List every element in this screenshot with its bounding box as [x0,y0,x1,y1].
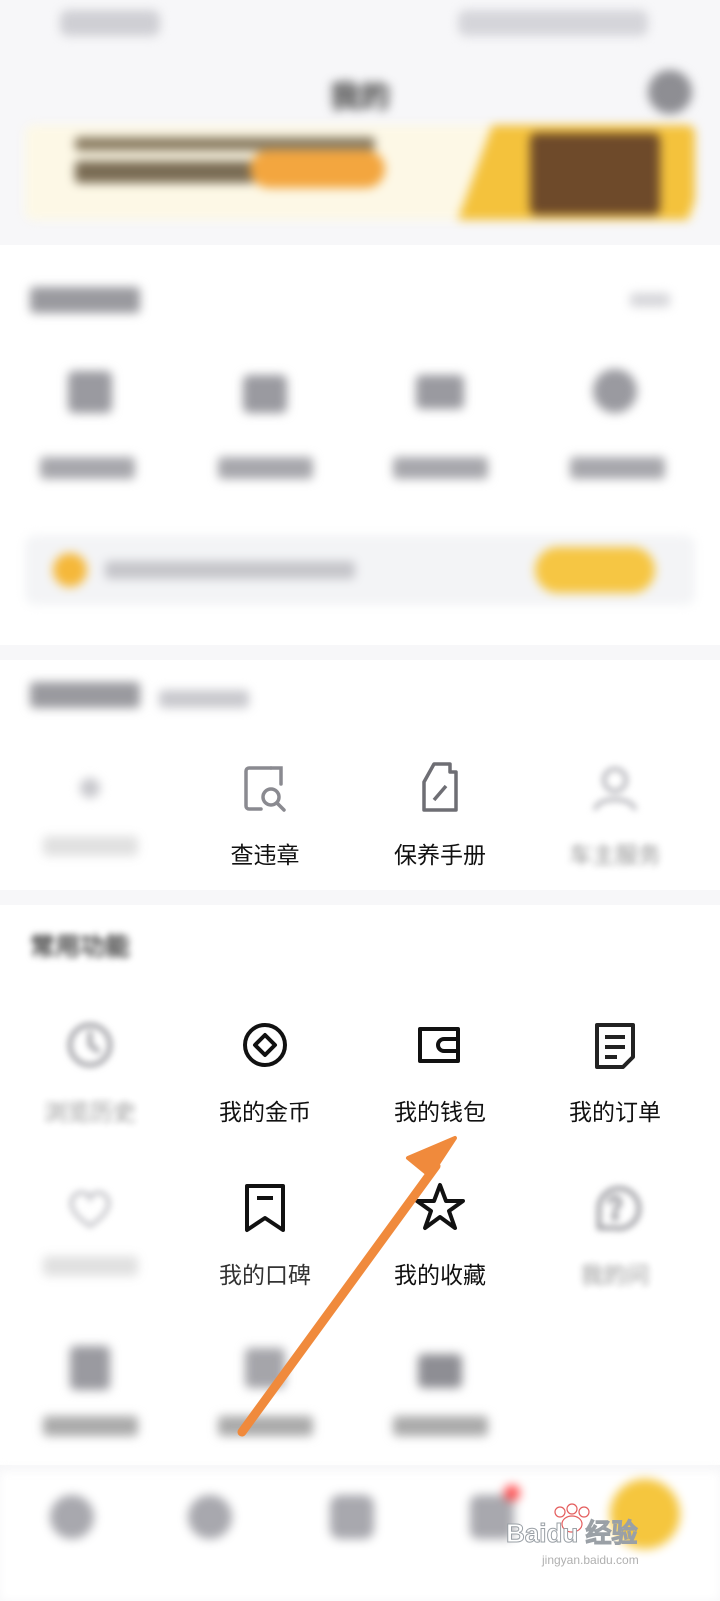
page-title: 我的 [330,80,390,115]
oil-can-icon [350,760,530,816]
service-label: 保养手册 [394,843,486,869]
func-label: 我的钱包 [394,1100,486,1126]
tv-icon [350,1340,530,1396]
func-label: 我的口碑 [219,1263,311,1289]
car-service-title [30,682,249,714]
func-label: 浏览历史 [44,1100,136,1126]
func-label [0,1416,180,1442]
status-time [60,10,160,36]
func-item-orders[interactable]: 我的订单 [525,1017,705,1127]
clock-icon [0,1017,180,1073]
calendar-icon [64,365,116,417]
func-item-coins[interactable]: 我的金币 [175,1017,355,1127]
func-item-row3-c[interactable] [350,1340,530,1442]
question-bubble-icon [525,1180,705,1236]
tools-title [30,287,140,319]
watermark-brand: Baidu 经验 [506,1518,637,1548]
document-icon [0,1340,180,1396]
func-item-likes[interactable] [0,1180,180,1282]
func-label: 我的金币 [219,1100,311,1126]
func-item-history[interactable]: 浏览历史 [0,1017,180,1127]
common-functions-title: 常用功能 [30,932,131,961]
func-item-wallet[interactable]: 我的钱包 [350,1017,530,1127]
nav-item-3[interactable] [302,1479,402,1547]
tool-item[interactable] [0,365,180,433]
plus-icon [0,760,180,816]
notice-bar[interactable] [25,535,695,605]
func-label: 我的订单 [569,1100,661,1126]
box-icon [175,1340,355,1396]
notice-button[interactable] [535,547,655,593]
func-item-row3-a[interactable] [0,1340,180,1442]
service-item-add-car[interactable] [0,760,180,862]
order-icon [525,1017,705,1073]
car-service-card: 查违章 保养手册 车主服务 [0,660,720,890]
person-icon [525,760,705,816]
func-label [0,1256,180,1282]
promo-banner[interactable] [25,125,695,220]
service-label: 查违章 [230,843,300,869]
service-label: 车主服务 [569,843,661,869]
bookmark-flag-icon [175,1180,355,1236]
notice-icon [53,553,87,587]
func-item-favorites[interactable]: 我的收藏 [350,1180,530,1290]
tool-item[interactable] [350,365,530,433]
service-item-violations[interactable]: 查违章 [175,760,355,870]
watermark-url: jingyan.baidu.com [541,1553,639,1567]
func-item-row3-b[interactable] [175,1340,355,1442]
car-icon [330,1495,374,1539]
card-icon [414,365,466,417]
banner-cta-button[interactable] [250,150,385,188]
service-item-owner[interactable]: 车主服务 [525,760,705,870]
service-label [0,836,180,862]
status-icons [458,10,648,36]
magnifier-doc-icon [175,760,355,816]
banner-poster [530,133,660,215]
func-label [175,1416,355,1442]
common-functions-card: 常用功能 浏览历史 我的金币 我的钱包 我的订单 我的口碑 我的收藏 我的问 [0,905,720,1465]
watermark: Baidu 经验 jingyan.baidu.com [502,1500,702,1570]
tools-more-link[interactable] [630,293,670,307]
coin-icon [175,1017,355,1073]
community-icon [188,1495,232,1539]
nav-item-home[interactable] [22,1479,122,1547]
func-label: 我的问 [580,1263,650,1289]
wallet-icon [350,1017,530,1073]
func-label: 我的收藏 [394,1263,486,1289]
basket-icon [239,365,291,417]
star-icon [350,1180,530,1236]
func-item-questions[interactable]: 我的问 [525,1180,705,1290]
heart-icon [0,1180,180,1236]
tool-item[interactable] [175,365,355,433]
notification-badge [504,1485,520,1501]
wheel-icon [589,365,641,417]
service-item-maintenance[interactable]: 保养手册 [350,760,530,870]
tool-item[interactable] [525,365,705,433]
home-icon [50,1495,94,1539]
banner-line-2 [75,161,255,183]
settings-icon[interactable] [648,70,692,114]
func-item-reviews[interactable]: 我的口碑 [175,1180,355,1290]
status-bar [0,0,720,52]
func-label [350,1416,530,1442]
banner-line [75,137,375,151]
nav-item-2[interactable] [160,1479,260,1547]
